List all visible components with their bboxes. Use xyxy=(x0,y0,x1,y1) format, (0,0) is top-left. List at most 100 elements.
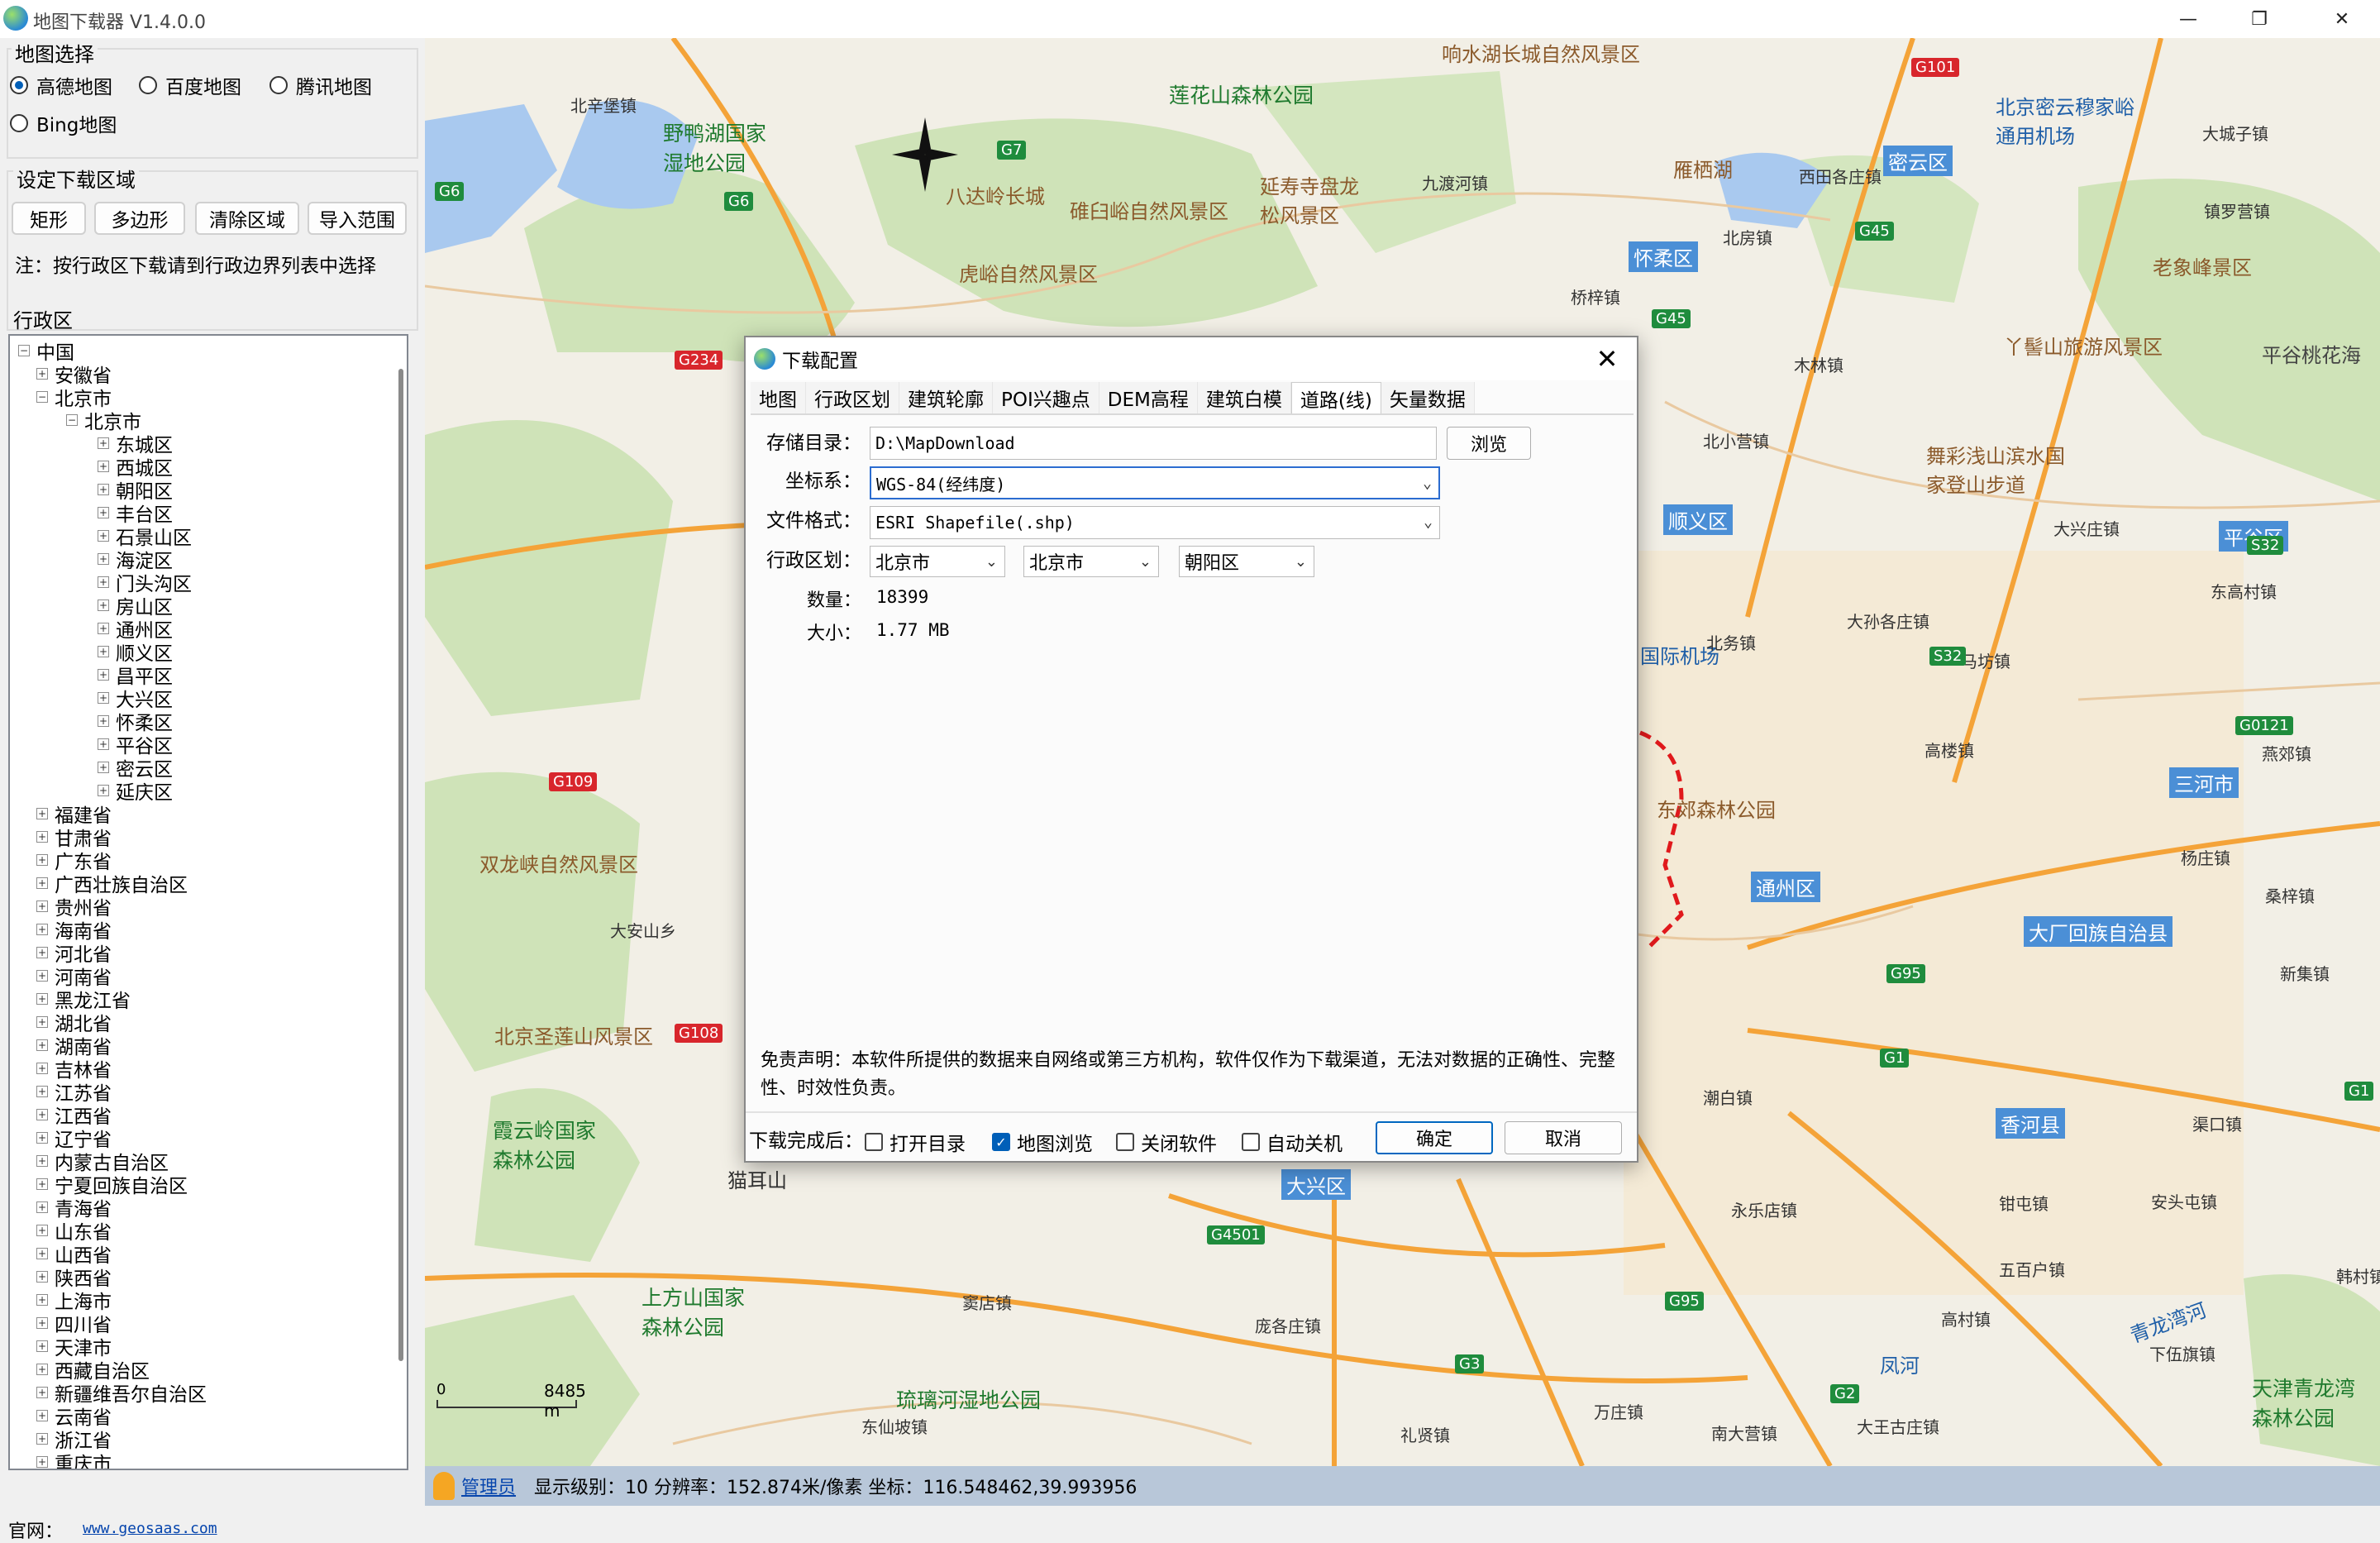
tree-node[interactable]: + 广东省 xyxy=(36,848,112,873)
radio-tencent[interactable]: 腾讯地图 xyxy=(269,71,372,99)
tree-node[interactable]: + 上海市 xyxy=(36,1288,112,1313)
collapse-icon[interactable]: − xyxy=(36,391,48,403)
tree-node[interactable]: + 西城区 xyxy=(98,455,173,480)
tree-node[interactable]: + 黑龙江省 xyxy=(36,987,131,1012)
tree-node[interactable]: + 新疆维吾尔自治区 xyxy=(36,1381,207,1406)
expand-icon[interactable]: + xyxy=(36,854,48,866)
expand-icon[interactable]: + xyxy=(36,970,48,982)
tree-node[interactable]: + 石景山区 xyxy=(98,524,192,549)
tree-root[interactable]: − 中国 xyxy=(18,339,74,364)
expand-icon[interactable]: + xyxy=(98,507,109,518)
tree-node[interactable]: + 安徽省 xyxy=(36,362,112,387)
dir-field[interactable]: D:\MapDownload xyxy=(870,427,1437,460)
tree-node[interactable]: + 湖南省 xyxy=(36,1034,112,1058)
expand-icon[interactable]: + xyxy=(36,1387,48,1398)
import-range-button[interactable]: 导入范围 xyxy=(308,202,407,235)
tree-node[interactable]: + 江苏省 xyxy=(36,1080,112,1105)
expand-icon[interactable]: + xyxy=(36,808,48,819)
expand-icon[interactable]: + xyxy=(98,484,109,495)
minimize-button[interactable]: — xyxy=(2153,0,2224,38)
dialog-tab[interactable]: 建筑白模 xyxy=(1197,382,1291,413)
expand-icon[interactable]: + xyxy=(36,1294,48,1306)
tree-node[interactable]: + 海南省 xyxy=(36,918,112,943)
tree-node[interactable]: + 大兴区 xyxy=(98,686,173,711)
tree-node[interactable]: + 山西省 xyxy=(36,1242,112,1267)
polygon-button[interactable]: 多边形 xyxy=(94,202,185,235)
expand-icon[interactable]: + xyxy=(98,623,109,634)
checkbox-checked-icon[interactable]: ✓ xyxy=(992,1133,1010,1151)
after-download-checkbox[interactable]: ✓ 地图浏览 xyxy=(992,1128,1093,1156)
expand-icon[interactable]: + xyxy=(36,1410,48,1421)
expand-icon[interactable]: + xyxy=(36,1039,48,1051)
expand-icon[interactable]: + xyxy=(36,1456,48,1468)
tree-node[interactable]: − 北京市 xyxy=(66,408,141,433)
radio-amap[interactable]: 高德地图 xyxy=(10,71,112,99)
tree-scrollbar[interactable] xyxy=(398,369,403,1361)
checkbox-icon[interactable] xyxy=(1242,1133,1260,1151)
tree-node[interactable]: + 朝阳区 xyxy=(98,478,173,503)
expand-icon[interactable]: + xyxy=(36,368,48,380)
expand-icon[interactable]: + xyxy=(98,646,109,657)
format-select[interactable]: ESRI Shapefile(.shp) ⌄ xyxy=(870,506,1440,539)
maximize-button[interactable]: ❐ xyxy=(2224,0,2295,38)
dialog-close-button[interactable]: ✕ xyxy=(1592,343,1622,375)
expand-icon[interactable]: + xyxy=(36,1364,48,1375)
tree-node[interactable]: + 山东省 xyxy=(36,1219,112,1244)
tree-node[interactable]: + 东城区 xyxy=(98,432,173,456)
expand-icon[interactable]: + xyxy=(98,576,109,588)
dialog-tab[interactable]: POI兴趣点 xyxy=(993,382,1099,413)
cancel-button[interactable]: 取消 xyxy=(1505,1121,1622,1154)
tree-node[interactable]: + 宁夏回族自治区 xyxy=(36,1173,188,1197)
tree-node[interactable]: + 江西省 xyxy=(36,1103,112,1128)
tree-node[interactable]: + 顺义区 xyxy=(98,640,173,665)
dialog-tab[interactable]: DEM高程 xyxy=(1099,382,1198,413)
collapse-icon[interactable]: − xyxy=(66,414,78,426)
expand-icon[interactable]: + xyxy=(36,1317,48,1329)
tree-node[interactable]: + 广西壮族自治区 xyxy=(36,872,188,896)
tree-node[interactable]: + 密云区 xyxy=(98,756,173,781)
tree-node[interactable]: + 青海省 xyxy=(36,1196,112,1221)
tree-node[interactable]: + 河北省 xyxy=(36,941,112,966)
expand-icon[interactable]: + xyxy=(36,947,48,958)
tree-node[interactable]: + 延庆区 xyxy=(98,779,173,804)
after-download-checkbox[interactable]: 打开目录 xyxy=(865,1128,966,1156)
expand-icon[interactable]: + xyxy=(36,877,48,889)
expand-icon[interactable]: + xyxy=(98,600,109,611)
expand-icon[interactable]: + xyxy=(98,530,109,542)
dialog-tab[interactable]: 矢量数据 xyxy=(1381,382,1475,413)
district-select[interactable]: 朝阳区 ⌄ xyxy=(1179,546,1314,577)
tree-node[interactable]: + 陕西省 xyxy=(36,1265,112,1290)
tree-node[interactable]: + 湖北省 xyxy=(36,1010,112,1035)
expand-icon[interactable]: + xyxy=(36,1016,48,1028)
expand-icon[interactable]: + xyxy=(98,461,109,472)
tree-node[interactable]: + 四川省 xyxy=(36,1311,112,1336)
tree-node[interactable]: + 吉林省 xyxy=(36,1057,112,1082)
expand-icon[interactable]: + xyxy=(98,553,109,565)
close-button[interactable]: ✕ xyxy=(2306,0,2378,38)
expand-icon[interactable]: + xyxy=(36,993,48,1005)
tree-node[interactable]: + 丰台区 xyxy=(98,501,173,526)
browse-button[interactable]: 浏览 xyxy=(1447,427,1531,460)
city-select[interactable]: 北京市 ⌄ xyxy=(1023,546,1159,577)
after-download-checkbox[interactable]: 自动关机 xyxy=(1242,1128,1343,1156)
expand-icon[interactable]: + xyxy=(36,1086,48,1097)
expand-icon[interactable]: + xyxy=(36,1155,48,1167)
expand-icon[interactable]: + xyxy=(36,924,48,935)
crs-select[interactable]: WGS-84(经纬度) ⌄ xyxy=(870,466,1440,499)
expand-icon[interactable]: + xyxy=(36,900,48,912)
dialog-tab[interactable]: 建筑轮廓 xyxy=(899,382,993,413)
tree-node[interactable]: + 房山区 xyxy=(98,594,173,619)
expand-icon[interactable]: + xyxy=(36,1248,48,1259)
expand-icon[interactable]: + xyxy=(98,437,109,449)
radio-baidu[interactable]: 百度地图 xyxy=(139,71,241,99)
checkbox-icon[interactable] xyxy=(865,1133,883,1151)
rectangle-button[interactable]: 矩形 xyxy=(12,202,86,235)
collapse-icon[interactable]: − xyxy=(18,345,30,356)
expand-icon[interactable]: + xyxy=(36,1063,48,1074)
clear-area-button[interactable]: 清除区域 xyxy=(195,202,299,235)
expand-icon[interactable]: + xyxy=(36,1225,48,1236)
tree-node[interactable]: + 西藏自治区 xyxy=(36,1358,150,1383)
tree-node[interactable]: + 平谷区 xyxy=(98,733,173,757)
tree-node[interactable]: + 福建省 xyxy=(36,802,112,827)
ok-button[interactable]: 确定 xyxy=(1376,1121,1493,1154)
